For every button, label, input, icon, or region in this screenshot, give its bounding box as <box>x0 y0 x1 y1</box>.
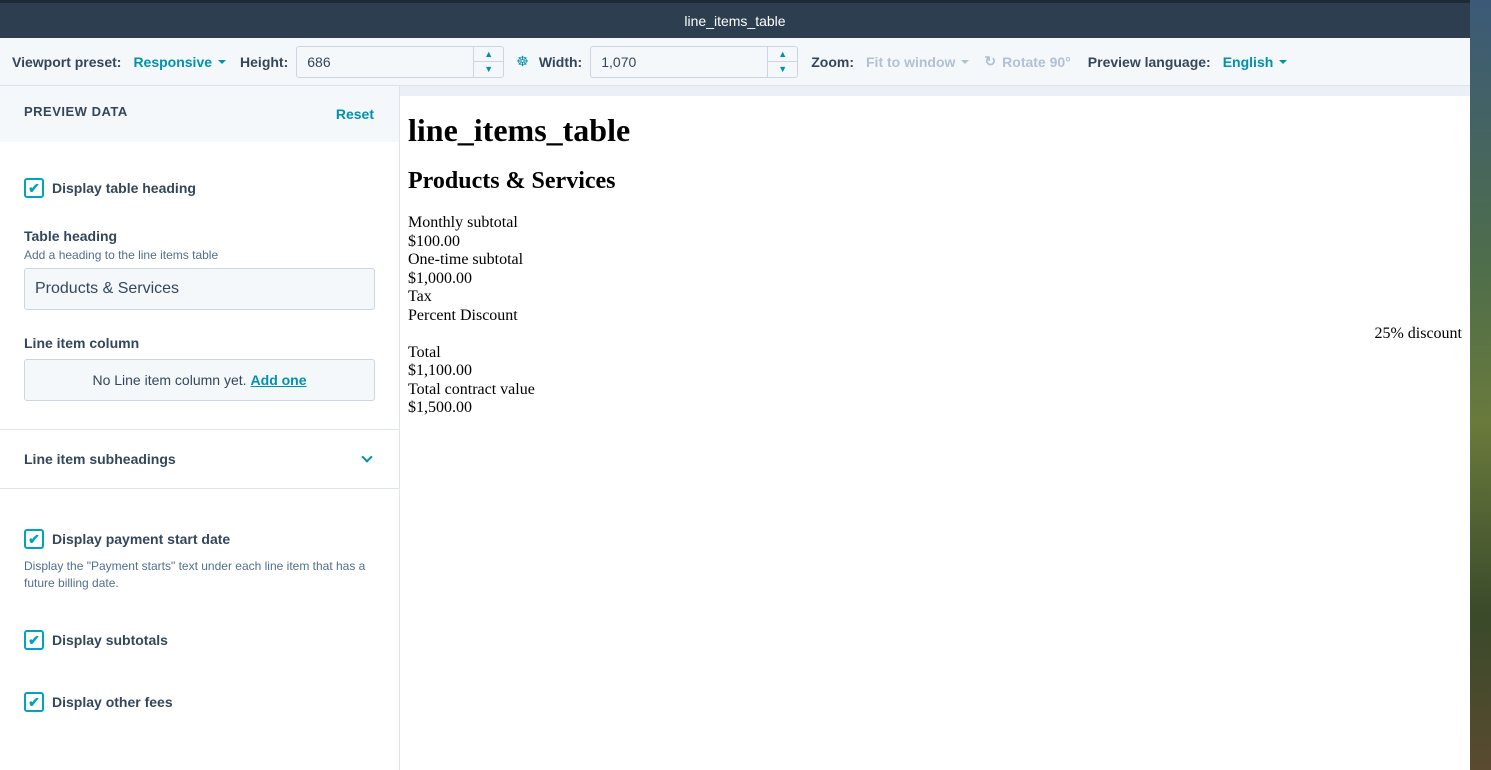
total-value: $1,100.00 <box>408 362 472 379</box>
preview-language-label: Preview language: <box>1087 53 1211 70</box>
monthly-subtotal-label: Monthly subtotal <box>408 214 518 231</box>
payment-start-section: ✔ Display payment start date Display the… <box>0 489 399 592</box>
zoom-dropdown[interactable]: Fit to window <box>866 53 970 70</box>
reset-button[interactable]: Reset <box>336 106 374 122</box>
caret-down-icon <box>218 59 227 64</box>
window-titlebar: line_items_table <box>0 0 1470 38</box>
app-window: line_items_table Viewport preset: Respon… <box>0 0 1470 770</box>
checkbox-checked-icon[interactable]: ✔ <box>24 630 44 650</box>
preview-language-dropdown[interactable]: English <box>1223 54 1288 70</box>
chevron-down-icon[interactable]: ▼ <box>768 61 798 77</box>
viewport-preset-label: Viewport preset: <box>12 53 122 70</box>
preview-table-heading: Products & Services <box>408 168 616 194</box>
width-value: 1,070 <box>601 53 637 70</box>
table-heading-label: Table heading <box>24 228 118 244</box>
preview-top-strip <box>400 86 1470 96</box>
preview-title: line_items_table <box>408 112 631 148</box>
chevron-up-icon[interactable]: ▲ <box>768 47 797 62</box>
caret-down-icon <box>961 59 970 64</box>
zoom-label: Zoom: <box>811 53 854 70</box>
line-item-column-empty-text: No Line item column yet. <box>92 372 247 388</box>
rotate-button[interactable]: ↻ Rotate 90° <box>984 53 1070 70</box>
chevron-down-icon[interactable] <box>361 451 373 463</box>
onetime-subtotal-label: One-time subtotal <box>408 251 524 268</box>
display-heading-section: ✔ Display table heading <box>0 142 399 198</box>
display-heading-label: Display table heading <box>52 180 196 196</box>
line-item-subheadings-label: Line item subheadings <box>24 451 176 467</box>
tax-label: Tax <box>408 288 432 305</box>
line-item-column-label: Line item column <box>24 335 140 351</box>
other-fees-label: Display other fees <box>52 694 173 710</box>
monthly-subtotal-value: $100.00 <box>408 232 460 250</box>
total-contract-label: Total contract value <box>408 380 535 398</box>
onetime-subtotal-value: $1,000.00 <box>408 269 472 287</box>
checkbox-checked-icon[interactable]: ✔ <box>24 692 44 712</box>
payment-start-label: Display payment start date <box>52 531 231 547</box>
chevron-down-icon[interactable]: ▼ <box>474 61 504 77</box>
table-heading-help: Add a heading to the line items table <box>24 248 219 262</box>
preview-document: line_items_table Products & Services Mon… <box>400 96 1470 432</box>
add-one-link[interactable]: Add one <box>251 372 307 388</box>
display-heading-toggle[interactable]: ✔ Display table heading <box>24 178 375 198</box>
sidebar-header: PREVIEW DATA Reset <box>0 86 399 142</box>
link-dimensions-icon[interactable]: ☸ <box>516 53 529 70</box>
sidebar-title: PREVIEW DATA <box>24 104 128 119</box>
height-label: Height: <box>240 53 289 70</box>
other-fees-toggle[interactable]: ✔ Display other fees <box>24 692 375 712</box>
subtotals-toggle[interactable]: ✔ Display subtotals <box>24 630 375 650</box>
window-title: line_items_table <box>684 12 786 29</box>
rotate-label: Rotate 90° <box>1002 53 1071 70</box>
total-label: Total <box>408 343 441 361</box>
checkbox-checked-icon[interactable]: ✔ <box>24 529 44 549</box>
subtotals-label: Display subtotals <box>52 632 168 648</box>
line-item-column-empty: No Line item column yet. Add one <box>24 359 375 401</box>
line-item-column-section: Line item column No Line item column yet… <box>0 310 399 401</box>
checkbox-checked-icon[interactable]: ✔ <box>24 178 44 198</box>
viewport-preset-dropdown[interactable]: Responsive <box>133 53 227 70</box>
zoom-value: Fit to window <box>866 53 956 70</box>
preview-pane: line_items_table Products & Services Mon… <box>400 86 1470 770</box>
preview-language-value: English <box>1222 53 1274 70</box>
subtotals-section: ✔ Display subtotals <box>0 592 399 650</box>
height-input[interactable]: 686 ▲ ▼ <box>296 45 505 78</box>
height-value: 686 <box>307 53 331 70</box>
payment-start-help: Display the "Payment starts" text under … <box>24 559 366 590</box>
table-heading-input[interactable]: Products & Services <box>24 268 375 310</box>
percent-discount-value: 25% discount <box>1374 325 1462 342</box>
percent-discount-label: Percent Discount <box>408 306 518 324</box>
chevron-up-icon[interactable]: ▲ <box>474 47 503 62</box>
viewport-preset-value: Responsive <box>133 53 213 70</box>
height-stepper[interactable]: ▲ ▼ <box>473 46 504 77</box>
total-contract-value: $1,500.00 <box>408 399 472 416</box>
width-input[interactable]: 1,070 ▲ ▼ <box>590 45 799 78</box>
rotate-icon: ↻ <box>984 53 997 69</box>
preview-data-sidebar: PREVIEW DATA Reset ✔ Display table headi… <box>0 86 400 770</box>
table-heading-value: Products & Services <box>35 280 180 297</box>
width-label: Width: <box>538 53 583 70</box>
preview-toolbar: Viewport preset: Responsive Height: 686 … <box>0 38 1470 86</box>
other-fees-section: ✔ Display other fees <box>0 650 399 712</box>
table-heading-section: Table heading Add a heading to the line … <box>0 198 399 310</box>
caret-down-icon <box>1279 59 1288 64</box>
payment-start-toggle[interactable]: ✔ Display payment start date <box>24 529 375 549</box>
line-item-subheadings-toggle[interactable]: Line item subheadings <box>0 430 399 488</box>
width-stepper[interactable]: ▲ ▼ <box>767 46 798 77</box>
